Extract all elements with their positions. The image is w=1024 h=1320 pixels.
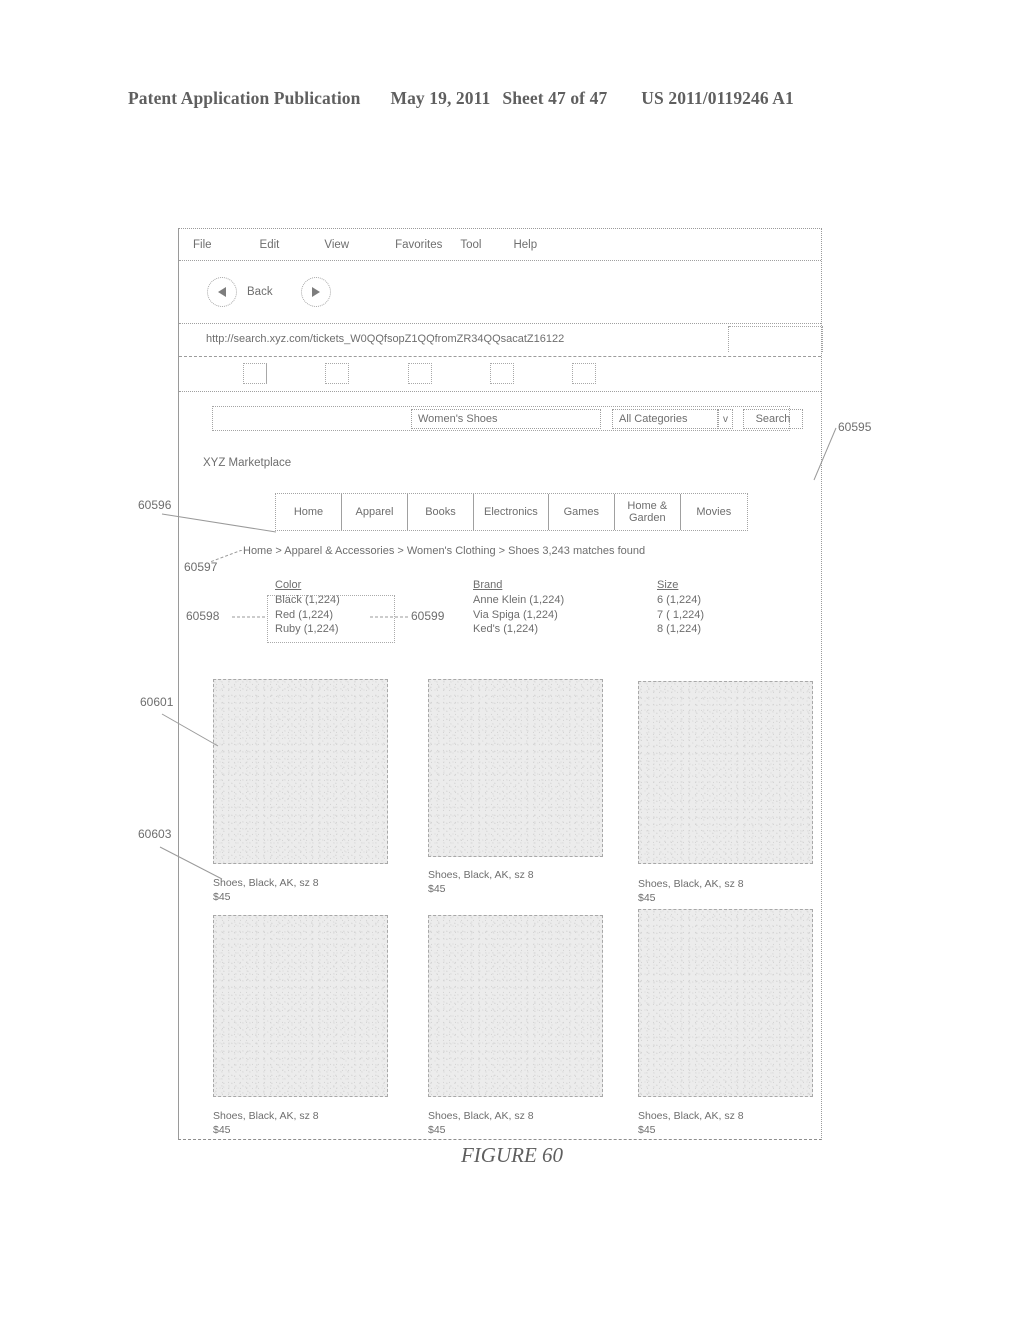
search-input[interactable]: Women's Shoes <box>411 409 601 429</box>
toolbar-button-2-icon[interactable] <box>325 363 349 384</box>
figure-caption: FIGURE 60 <box>460 1143 564 1167</box>
facet-item-size-7[interactable]: 7 ( 1,224) <box>657 608 704 623</box>
reference-numeral-60598: 60598 <box>186 609 220 623</box>
search-bar: Women's Shoes All Categories v Search <box>212 406 803 431</box>
reference-numeral-60597: 60597 <box>184 560 218 574</box>
tab-games[interactable]: Games <box>549 494 615 530</box>
toolbar-button-5-icon[interactable] <box>572 363 596 384</box>
address-bar-extension <box>729 326 823 352</box>
facet-item-brand-via-spiga[interactable]: Via Spiga (1,224) <box>473 608 564 623</box>
search-button[interactable]: Search <box>743 409 803 429</box>
address-input[interactable]: http://search.xyz.com/tickets_W0QQfsopZ1… <box>193 326 729 352</box>
toolbar-button-3-icon[interactable] <box>408 363 432 384</box>
product-title: Shoes, Black, AK, sz 8 <box>428 869 534 881</box>
facet-item-color-red[interactable]: Red (1,224) <box>275 608 340 623</box>
category-select[interactable]: All Categories <box>612 409 718 429</box>
patent-header-sheet: Sheet 47 of 47 <box>502 88 608 108</box>
menu-item-view[interactable]: View <box>324 239 349 251</box>
product-price: $45 <box>428 882 446 895</box>
tab-books[interactable]: Books <box>408 494 474 530</box>
product-price: $45 <box>213 890 231 903</box>
facet-item-color-black[interactable]: Black (1,224) <box>275 593 340 608</box>
browser-navigation-bar: Back <box>179 261 821 324</box>
browser-toolbar <box>179 357 821 392</box>
back-button-label: Back <box>247 286 273 298</box>
reference-numeral-60596: 60596 <box>138 498 172 512</box>
facet-heading-brand: Brand <box>473 579 503 591</box>
reference-numeral-60595: 60595 <box>838 420 872 434</box>
product-title: Shoes, Black, AK, sz 8 <box>638 878 744 890</box>
patent-header-date: May 19, 2011 <box>390 88 491 108</box>
reference-numeral-60599: 60599 <box>411 609 445 623</box>
product-title: Shoes, Black, AK, sz 8 <box>428 1110 534 1122</box>
product-image[interactable] <box>213 915 388 1097</box>
product-card[interactable]: Shoes, Black, AK, sz 8 $45 <box>213 915 388 1137</box>
product-image[interactable] <box>638 909 813 1097</box>
facet-group-size: Size 6 (1,224) 7 ( 1,224) 8 (1,224) <box>657 579 704 637</box>
product-image[interactable] <box>213 679 388 864</box>
product-card[interactable]: Shoes, Black, AK, sz 8 $45 <box>428 915 603 1137</box>
facet-item-color-ruby[interactable]: Ruby (1,224) <box>275 622 340 637</box>
category-tabs: Home Apparel Books Electronics Games Hom… <box>275 493 748 531</box>
patent-header-title: Patent Application Publication <box>128 88 361 108</box>
breadcrumb: Home > Apparel & Accessories > Women's C… <box>243 545 646 557</box>
facet-item-brand-anne-klein[interactable]: Anne Klein (1,224) <box>473 593 564 608</box>
product-image[interactable] <box>638 681 813 864</box>
patent-header: Patent Application Publication May 19, 2… <box>128 88 888 114</box>
facet-item-brand-keds[interactable]: Ked's (1,224) <box>473 622 564 637</box>
triangle-left-icon <box>218 287 226 297</box>
product-title: Shoes, Black, AK, sz 8 <box>213 877 319 889</box>
product-price: $45 <box>638 1123 656 1136</box>
product-card[interactable]: Shoes, Black, AK, sz 8 $45 <box>638 681 813 905</box>
toolbar-button-1-icon[interactable] <box>243 363 267 384</box>
product-image[interactable] <box>428 679 603 857</box>
tab-home-and-garden[interactable]: Home & Garden <box>615 494 681 530</box>
reference-numeral-60601: 60601 <box>140 695 174 709</box>
menu-item-edit[interactable]: Edit <box>260 239 280 251</box>
forward-button[interactable] <box>300 277 331 307</box>
facet-group-color: Color Black (1,224) Red (1,224) Ruby (1,… <box>275 579 340 637</box>
facet-group-brand: Brand Anne Klein (1,224) Via Spiga (1,22… <box>473 579 564 637</box>
site-brand: XYZ Marketplace <box>203 457 292 469</box>
forward-button-wrapper <box>300 277 331 307</box>
facet-item-size-8[interactable]: 8 (1,224) <box>657 622 704 637</box>
tab-home[interactable]: Home <box>276 494 342 530</box>
product-title: Shoes, Black, AK, sz 8 <box>213 1110 319 1122</box>
product-card[interactable]: Shoes, Black, AK, sz 8 $45 <box>428 679 603 896</box>
back-button[interactable] <box>207 277 237 307</box>
facet-heading-color: Color <box>275 579 302 591</box>
search-bar-region: Women's Shoes All Categories v Search <box>179 392 821 448</box>
product-price: $45 <box>638 891 656 904</box>
product-card[interactable]: Shoes, Black, AK, sz 8 $45 <box>213 679 388 904</box>
product-price: $45 <box>213 1123 231 1136</box>
facet-item-size-6[interactable]: 6 (1,224) <box>657 593 704 608</box>
browser-menubar: File Edit View Favorites Tool Help <box>179 229 821 261</box>
menu-item-tool[interactable]: Tool <box>460 239 481 251</box>
product-price: $45 <box>428 1123 446 1136</box>
browser-window: File Edit View Favorites Tool Help Back … <box>178 228 823 1140</box>
patent-header-publication-number: US 2011/0119246 A1 <box>641 88 794 108</box>
reference-numeral-60603: 60603 <box>138 827 172 841</box>
chevron-down-icon[interactable]: v <box>718 409 733 429</box>
product-image[interactable] <box>428 915 603 1097</box>
facet-heading-size: Size <box>657 579 679 591</box>
menu-item-favorites[interactable]: Favorites <box>395 239 442 251</box>
product-card[interactable]: Shoes, Black, AK, sz 8 $45 <box>638 909 813 1137</box>
menu-item-help[interactable]: Help <box>513 239 537 251</box>
browser-address-row: http://search.xyz.com/tickets_W0QQfsopZ1… <box>179 324 823 357</box>
triangle-right-icon <box>311 287 320 297</box>
product-title: Shoes, Black, AK, sz 8 <box>638 1110 744 1122</box>
tab-movies[interactable]: Movies <box>681 494 747 530</box>
tab-apparel[interactable]: Apparel <box>342 494 408 530</box>
tab-electronics[interactable]: Electronics <box>474 494 549 530</box>
toolbar-button-4-icon[interactable] <box>490 363 514 384</box>
menu-item-file[interactable]: File <box>193 239 212 251</box>
